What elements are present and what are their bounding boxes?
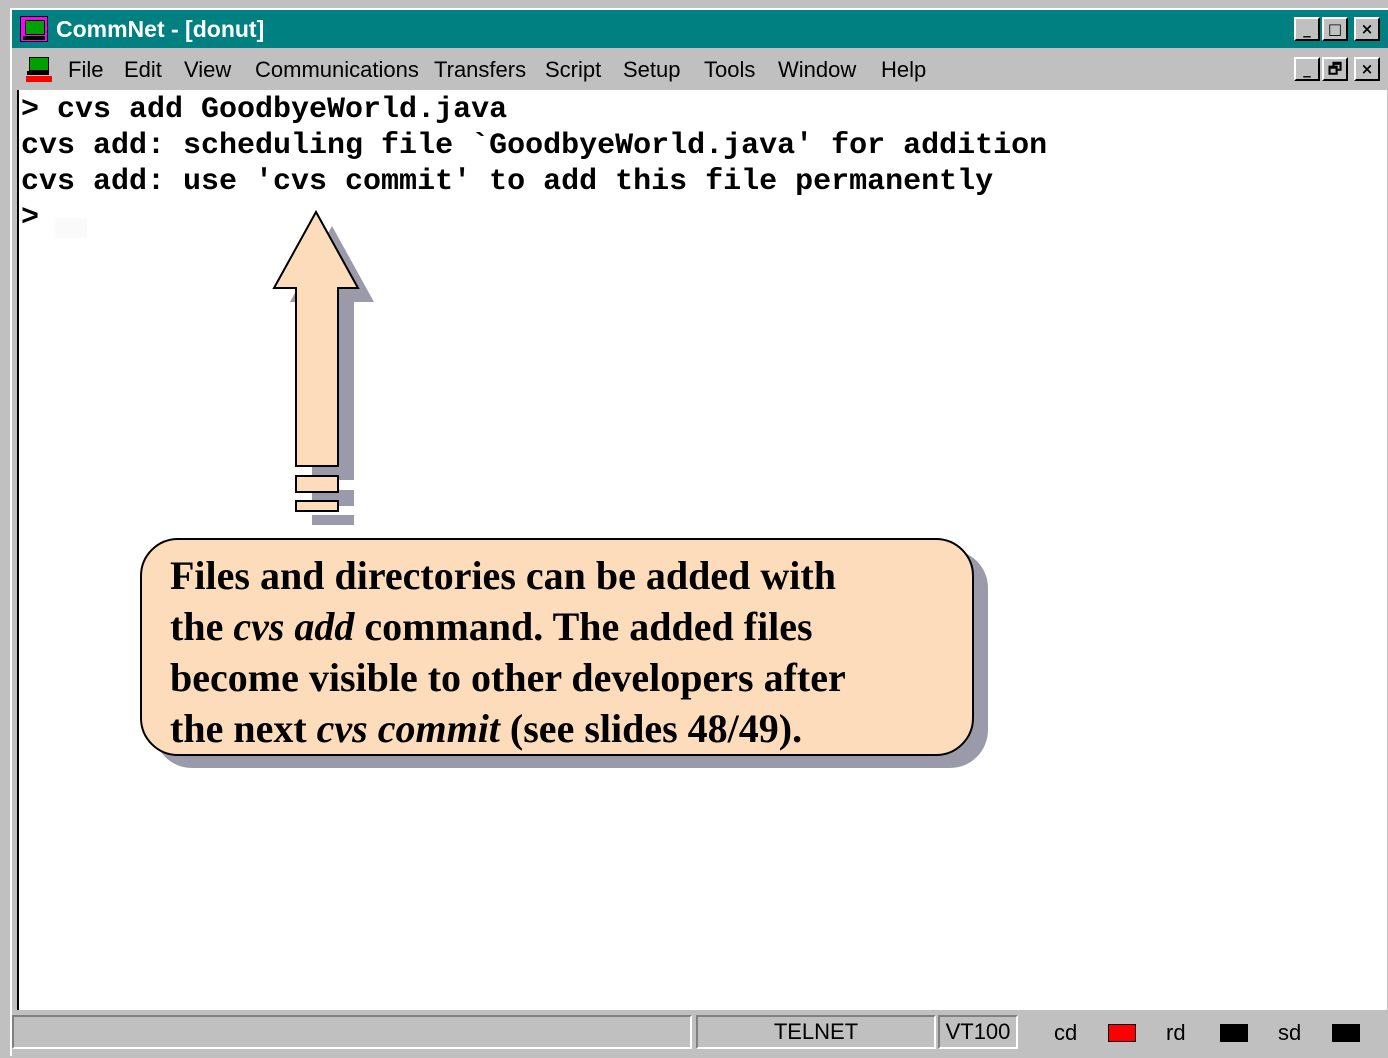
callout-line-2: the cvs add command. The added files	[170, 604, 813, 649]
annotation-arrow	[272, 209, 374, 525]
callout-line-3: become visible to other developers after	[170, 655, 846, 700]
callout-box: Files and directories can be added with …	[140, 538, 974, 756]
callout-line-4: the next cvs commit (see slides 48/49).	[170, 706, 803, 751]
callout-line-1: Files and directories can be added with	[170, 553, 836, 598]
